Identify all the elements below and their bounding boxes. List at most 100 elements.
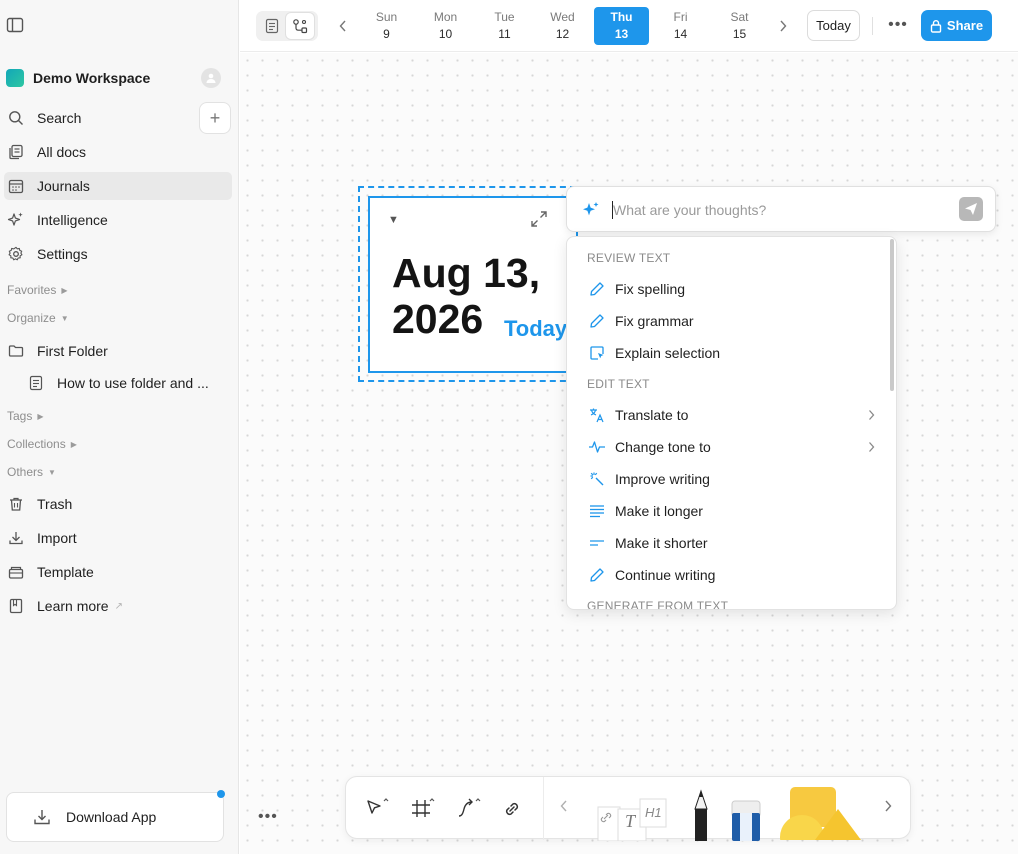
day-date: 10 [438,27,453,41]
selection-icon [587,343,607,363]
menu-section-generate: GENERATE FROM TEXT [587,599,729,610]
day-date: 12 [555,27,570,41]
section-collections[interactable]: Collections ▶ [7,437,77,451]
pen-tool[interactable] [686,789,716,841]
toolbar-prev-icon[interactable] [560,799,568,817]
frame-tool-button[interactable] [408,795,436,823]
menu-item-change-tone[interactable]: Change tone to [579,433,879,461]
select-tool-button[interactable] [362,795,390,823]
workspace-switcher[interactable]: Demo Workspace [6,66,231,90]
day-mon[interactable]: Mon 10 [418,7,473,45]
edgeless-toolbar: T H1 [345,776,911,842]
menu-item-explain-selection[interactable]: Explain selection [579,339,879,367]
section-label: Favorites [7,283,57,297]
sidebar-item-learn-more[interactable]: Learn more ↗ [4,592,232,620]
menu-item-continue-writing[interactable]: Continue writing [579,561,879,589]
menu-item-translate[interactable]: Translate to [579,401,879,429]
day-sat[interactable]: Sat 15 [712,7,767,45]
notification-dot [217,790,225,798]
sidebar-item-first-folder[interactable]: First Folder [4,337,232,365]
sidebar-item-intelligence[interactable]: Intelligence [4,206,232,234]
chevron-left-icon [339,20,346,32]
next-week-button[interactable] [774,16,792,36]
today-button[interactable]: Today [807,10,860,41]
section-tags[interactable]: Tags ▶ [7,409,44,423]
connector-icon [458,798,481,817]
toolbar-next-icon[interactable] [884,799,892,817]
text-note-tool[interactable]: T H1 [596,791,670,842]
new-doc-button[interactable]: + [199,102,231,134]
sidebar-item-label: Trash [37,496,73,512]
sidebar-item-folder-doc[interactable]: How to use folder and ... [24,369,232,397]
prev-week-button[interactable] [334,16,352,36]
divider [872,17,873,35]
menu-item-improve-writing[interactable]: Improve writing [579,465,879,493]
scrollbar[interactable] [890,239,894,391]
section-favorites[interactable]: Favorites ▶ [7,283,68,297]
edgeless-mode-button[interactable] [286,13,314,39]
page-mode-button[interactable] [258,13,286,39]
sidebar-item-label: Import [37,530,77,546]
pointer-icon [367,798,389,814]
sidebar-item-label: Search [37,110,82,126]
day-date: 14 [673,27,688,41]
section-others[interactable]: Others ▼ [7,465,56,479]
day-date: 11 [498,27,511,41]
day-name: Thu [610,10,633,24]
sidebar-toggle-icon[interactable] [6,16,24,34]
sidebar-item-trash[interactable]: Trash [4,490,232,518]
more-options-icon[interactable]: ••• [888,14,908,36]
pencil-icon [694,789,708,841]
menu-item-label: Change tone to [615,439,711,455]
caret-right-icon: ▶ [61,285,68,295]
ai-prompt-input[interactable]: What are your thoughts? [566,186,996,232]
day-thu[interactable]: Thu 13 [594,7,649,45]
journal-note-block[interactable]: ▼ Aug 13, 2026 Today [368,196,578,373]
collapse-caret-icon[interactable]: ▼ [388,214,399,226]
menu-item-make-longer[interactable]: Make it longer [579,497,879,525]
workspace-logo [6,69,24,87]
sidebar-item-journals[interactable]: Journals [4,172,232,200]
menu-item-make-shorter[interactable]: Make it shorter [579,529,879,557]
sidebar-item-import[interactable]: Import [4,524,232,552]
sidebar-item-all-docs[interactable]: All docs [4,138,232,166]
sidebar-item-template[interactable]: Template [4,558,232,586]
sidebar-item-label: All docs [37,144,87,160]
sidebar-item-search[interactable]: Search [4,104,232,132]
section-organize[interactable]: Organize ▼ [7,311,69,325]
sidebar-item-settings[interactable]: Settings [4,240,232,268]
page-icon [26,373,46,393]
download-icon [6,528,26,548]
send-icon [965,203,977,215]
magic-wand-icon [587,469,607,489]
download-app-button[interactable]: Download App [6,790,225,842]
link-tool-button[interactable] [498,795,526,823]
menu-item-label: Explain selection [615,345,721,361]
connector-tool-button[interactable] [454,795,482,823]
svg-text:H1: H1 [645,805,662,820]
download-app-label: Download App [66,809,157,825]
gear-icon [6,244,26,264]
trash-icon [6,494,26,514]
share-button[interactable]: Share [921,10,992,41]
menu-item-fix-spelling[interactable]: Fix spelling [579,275,879,303]
day-name: Sat [730,10,749,24]
day-fri[interactable]: Fri 14 [653,7,708,45]
caret-right-icon: ▶ [37,411,44,421]
sparkle-icon [6,210,26,230]
day-name: Fri [673,10,688,24]
eraser-tool[interactable] [726,799,766,841]
menu-item-fix-grammar[interactable]: Fix grammar [579,307,879,335]
day-wed[interactable]: Wed 12 [535,7,590,45]
sidebar-item-label: Intelligence [37,212,108,228]
download-icon [33,808,51,826]
section-label: Collections [7,437,66,451]
day-tue[interactable]: Tue 11 [477,7,532,45]
shape-tool[interactable] [776,787,866,840]
day-sun[interactable]: Sun 9 [359,7,414,45]
user-avatar-icon[interactable] [201,68,221,88]
expand-icon[interactable] [530,210,548,233]
pen-icon [587,311,607,331]
send-button[interactable] [959,197,983,221]
canvas-more-icon[interactable]: ••• [258,808,278,826]
